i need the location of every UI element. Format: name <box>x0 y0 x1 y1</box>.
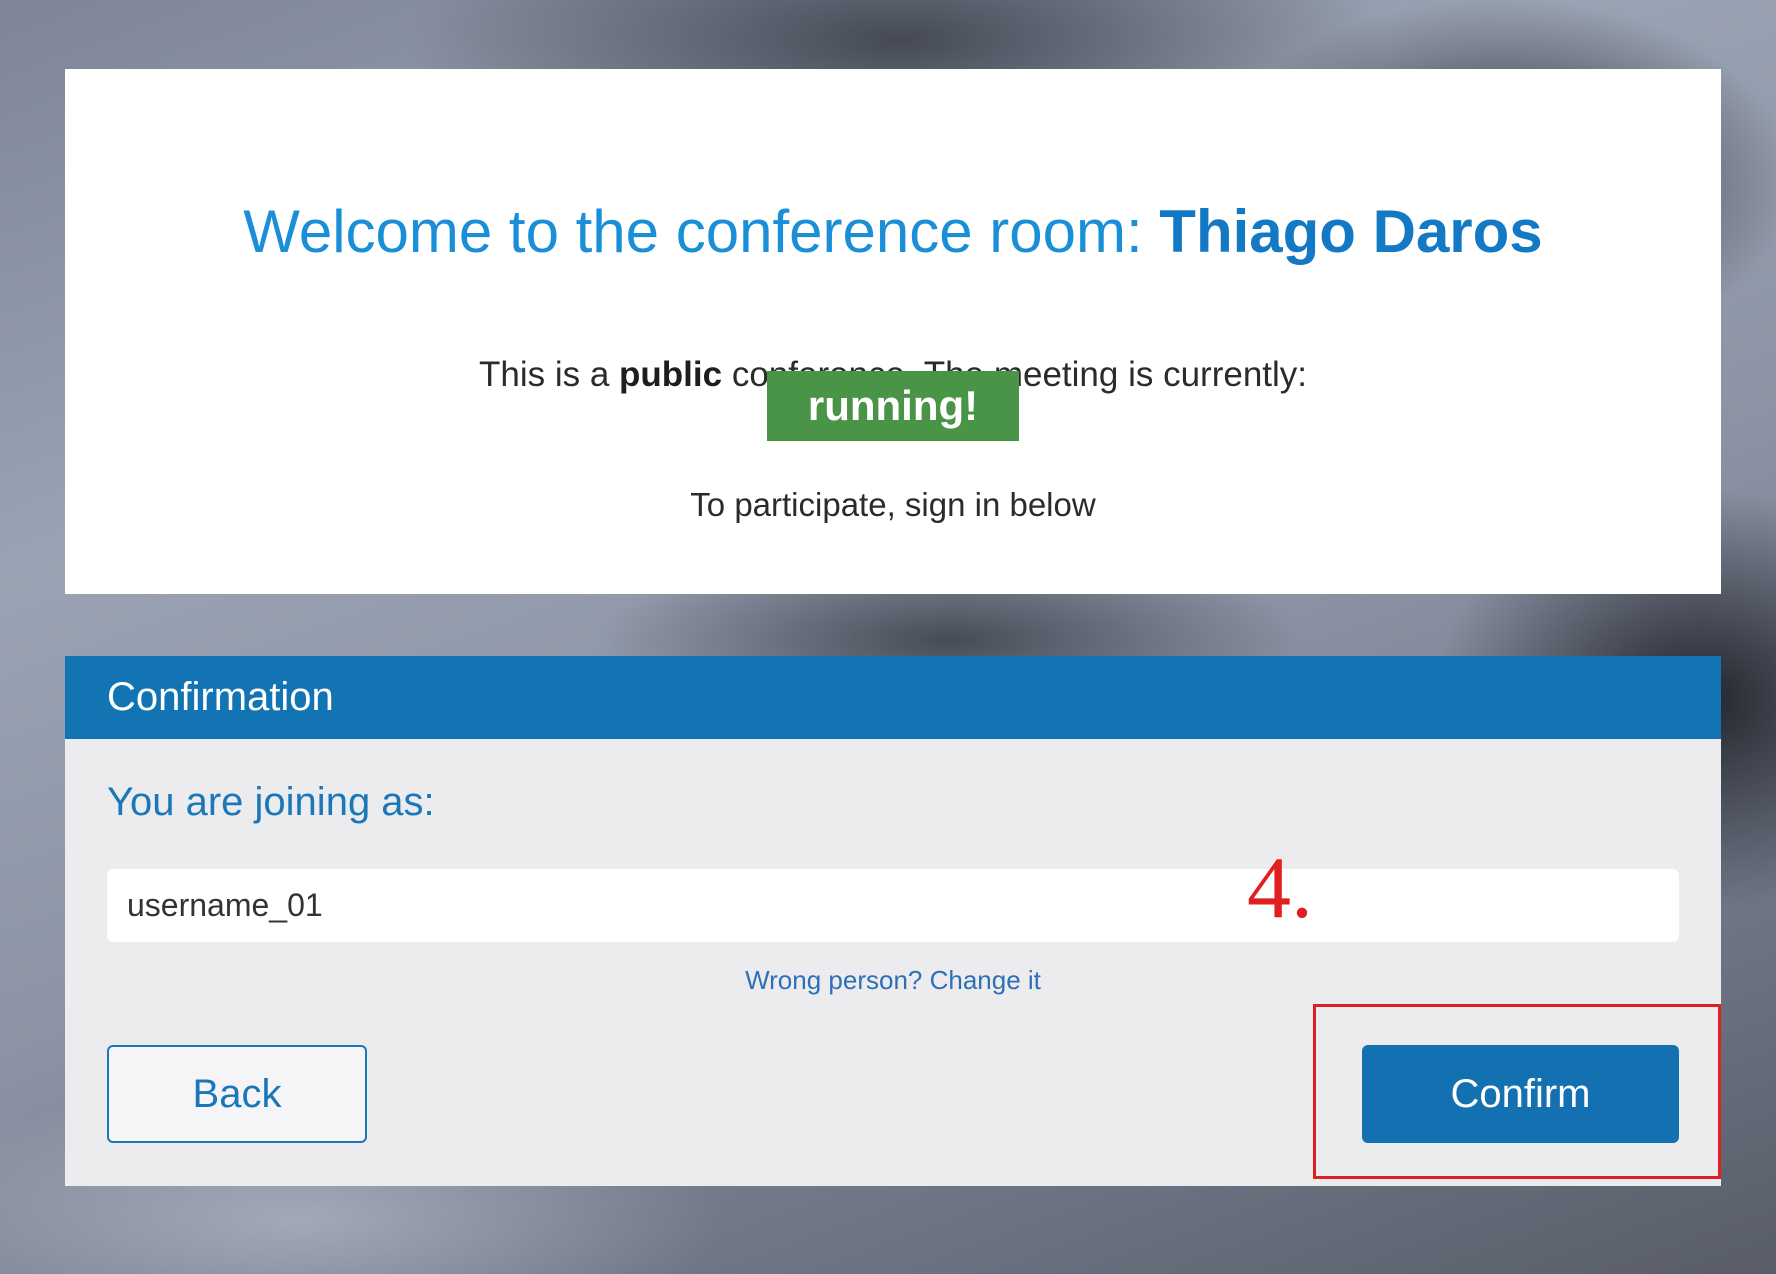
welcome-card: Welcome to the conference room: Thiago D… <box>65 69 1721 594</box>
confirmation-header: Confirmation <box>65 656 1721 739</box>
info-text-part1: This is a <box>478 355 620 394</box>
welcome-prefix: Welcome to the conference room: <box>243 198 1160 265</box>
step-annotation-label: 4. <box>1247 840 1313 937</box>
conference-type: public <box>619 355 723 394</box>
confirmation-card: Confirmation You are joining as: Wrong p… <box>65 656 1721 1186</box>
confirmation-title: Confirmation <box>107 675 334 719</box>
joining-as-label: You are joining as: <box>107 780 435 824</box>
room-name: Thiago Daros <box>1159 198 1543 265</box>
username-field[interactable] <box>107 869 1679 942</box>
confirm-button[interactable]: Confirm <box>1362 1045 1679 1143</box>
change-person-link[interactable]: Wrong person? Change it <box>65 965 1721 996</box>
meeting-status-badge: running! <box>767 371 1019 441</box>
back-button[interactable]: Back <box>107 1045 367 1143</box>
participate-instruction: To participate, sign in below <box>690 486 1096 523</box>
page-title: Welcome to the conference room: Thiago D… <box>65 197 1721 266</box>
